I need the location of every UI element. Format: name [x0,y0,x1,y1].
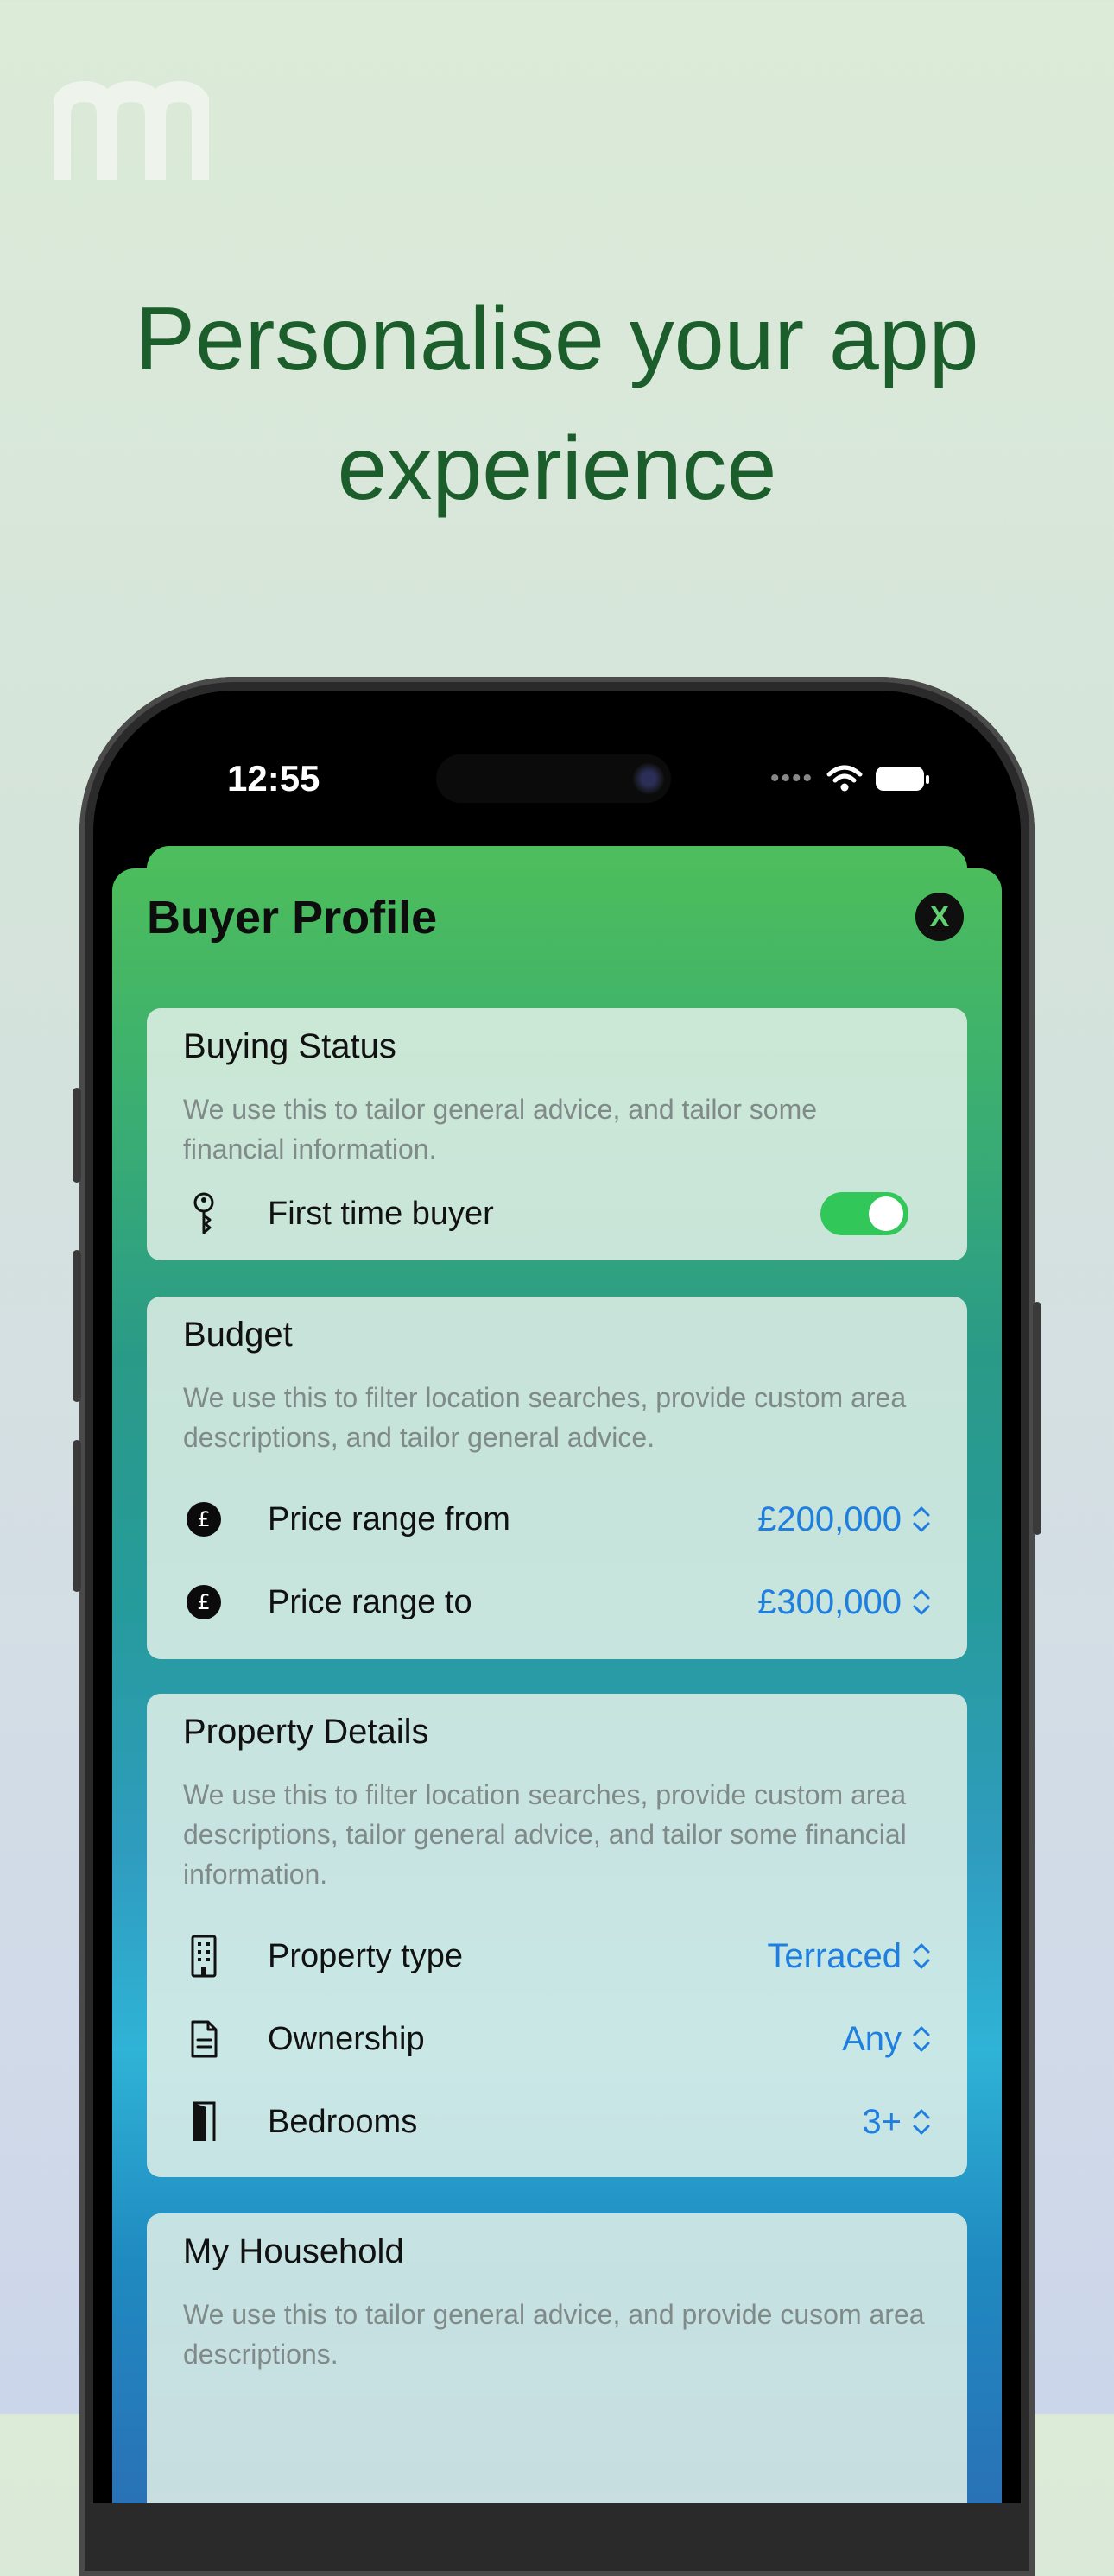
property-details-description: We use this to filter location searches,… [183,1779,907,1890]
volume-down-button [73,1440,81,1592]
up-down-chevron-icon [913,1943,930,1969]
up-down-chevron-icon [913,1589,930,1615]
toggle-knob [869,1196,903,1231]
bedrooms-label: Bedrooms [268,2103,418,2140]
wifi-icon [826,765,863,792]
up-down-chevron-icon [913,1506,930,1532]
headline-line-2: experience [337,419,777,519]
door-icon [183,2098,225,2146]
camera-icon [633,763,664,794]
key-icon [183,1190,225,1238]
ownership-value: Any [842,2019,902,2058]
price-range-to-picker[interactable]: £300,000 [757,1583,931,1622]
my-household-title: My Household [183,2232,404,2270]
ownership-row[interactable]: Ownership Any [183,2015,931,2063]
first-time-buyer-row: First time buyer [183,1190,931,1238]
sheet-title: Buyer Profile [147,892,438,944]
buying-status-title: Buying Status [183,1027,396,1065]
buying-status-description: We use this to tailor general advice, an… [183,1094,818,1165]
ownership-label: Ownership [268,2020,425,2057]
headline-line-1: Personalise your app [135,289,979,389]
building-icon [183,1932,225,1980]
price-range-from-picker[interactable]: £200,000 [757,1500,931,1539]
budget-description: We use this to filter location searches,… [183,1382,907,1453]
price-range-to-row[interactable]: £ Price range to £300,000 [183,1578,931,1626]
property-details-card: Property Details We use this to filter l… [147,1694,967,2177]
battery-icon [876,767,929,791]
property-details-title: Property Details [183,1713,429,1751]
buying-status-card: Buying Status We use this to tailor gene… [147,1008,967,1260]
property-type-row[interactable]: Property type Terraced [183,1932,931,1980]
price-range-from-row[interactable]: £ Price range from £200,000 [183,1495,931,1544]
power-button [1033,1302,1041,1535]
bedrooms-value: 3+ [862,2102,902,2141]
price-range-to-label: Price range to [268,1583,472,1620]
signal-icon: •••• [769,764,813,792]
budget-card: Budget We use this to filter location se… [147,1297,967,1659]
action-button [73,1088,81,1183]
my-household-description: We use this to tailor general advice, an… [183,2299,925,2370]
pound-icon: £ [187,1585,221,1619]
budget-title: Budget [183,1316,293,1354]
first-time-buyer-toggle[interactable] [820,1192,908,1235]
price-range-to-value: £300,000 [757,1582,902,1621]
property-type-value: Terraced [767,1936,902,1975]
buyer-profile-sheet: Buyer Profile X Buying Status We use thi… [112,868,1002,2503]
up-down-chevron-icon [913,2109,930,2135]
property-type-picker[interactable]: Terraced [767,1937,931,1976]
document-icon [183,2015,225,2063]
status-bar: 12:55 •••• [93,691,1021,829]
bedrooms-row[interactable]: Bedrooms 3+ [183,2098,931,2146]
price-range-from-label: Price range from [268,1500,510,1537]
price-range-from-value: £200,000 [757,1500,902,1538]
property-type-label: Property type [268,1937,463,1974]
my-household-card: My Household We use this to tailor gener… [147,2213,967,2503]
phone-screen: 12:55 •••• Buyer Profile X Buying Status… [93,691,1021,2503]
bedrooms-picker[interactable]: 3+ [862,2103,931,2142]
volume-up-button [73,1250,81,1402]
up-down-chevron-icon [913,2026,930,2052]
pound-icon: £ [187,1502,221,1537]
ownership-picker[interactable]: Any [842,2020,931,2059]
headline: Personalise your app experience [0,275,1114,534]
close-button[interactable]: X [915,893,964,941]
app-logo [54,81,209,180]
status-time: 12:55 [227,758,320,799]
status-icons: •••• [769,763,929,794]
